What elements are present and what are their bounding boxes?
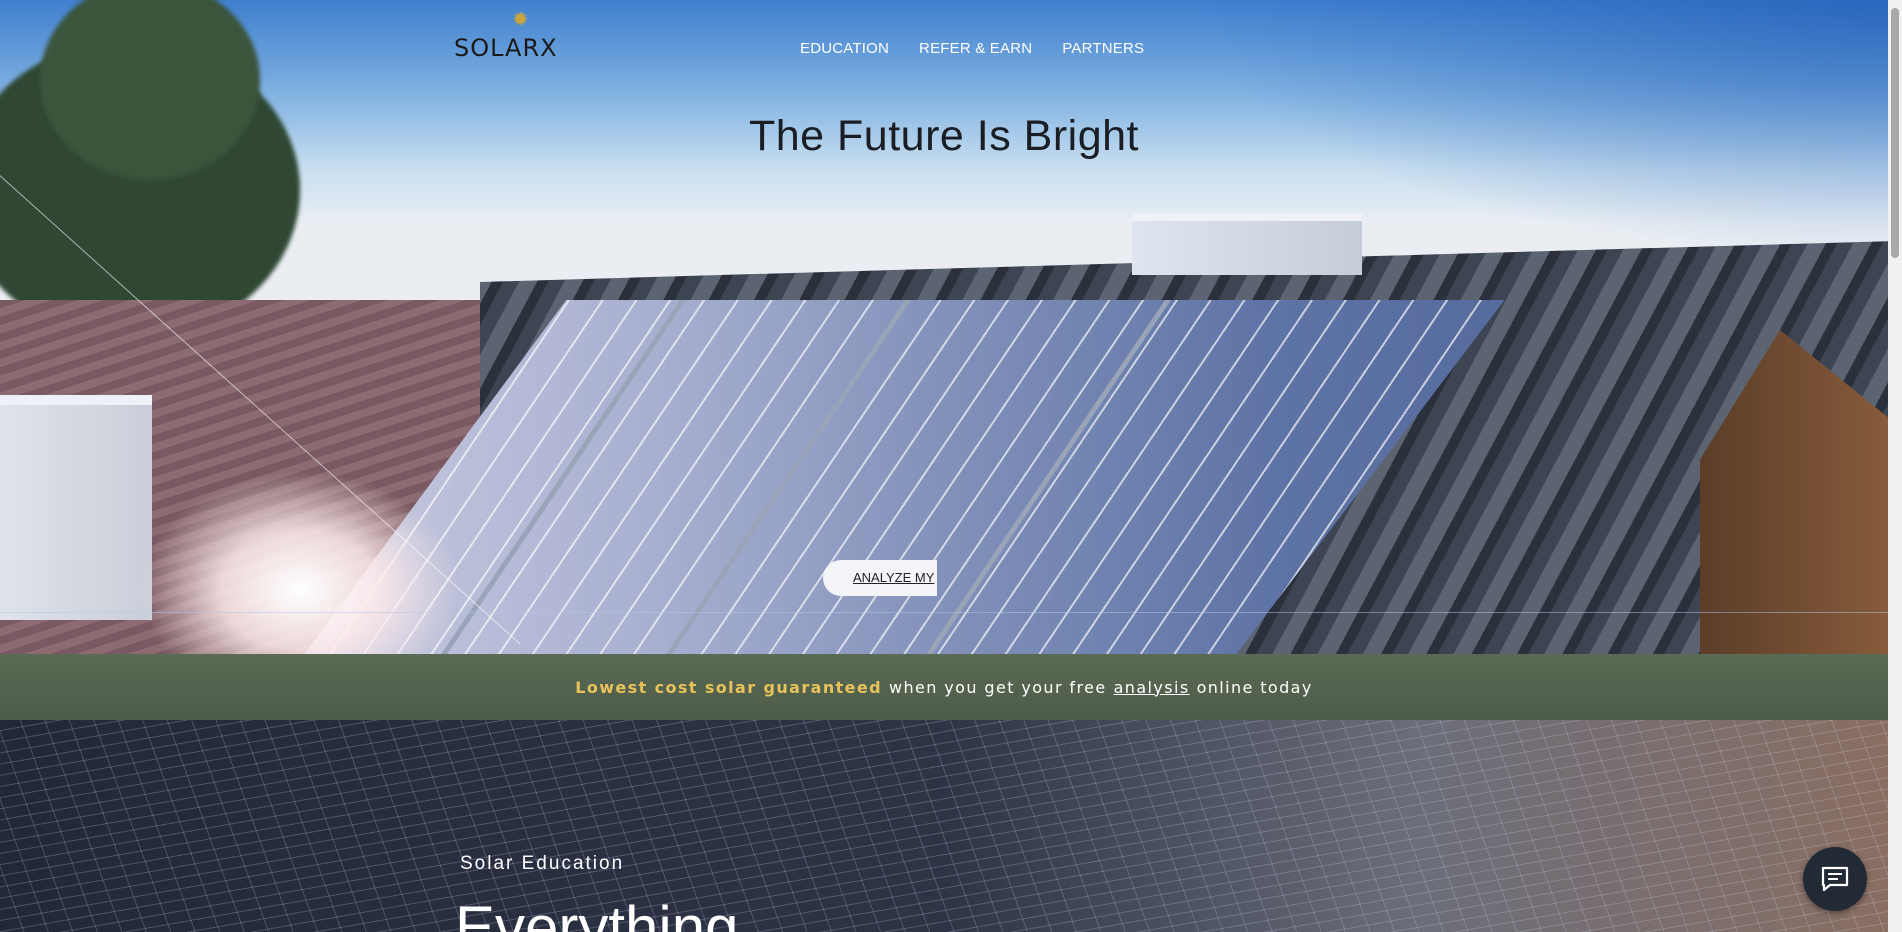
site-logo[interactable]: ✹ SOLARX bbox=[454, 8, 584, 62]
decorative-line bbox=[0, 612, 1888, 613]
chimney-image bbox=[0, 395, 152, 620]
nav-item-refer-earn[interactable]: REFER & EARN bbox=[919, 40, 1032, 57]
scrollbar-thumb[interactable] bbox=[1891, 8, 1899, 258]
banner-highlight: Lowest cost solar guaranteed bbox=[575, 677, 883, 697]
banner-text: when you get your free bbox=[889, 677, 1107, 697]
main-nav: EDUCATION REFER & EARN PARTNERS bbox=[800, 40, 1144, 57]
chat-button[interactable] bbox=[1803, 847, 1867, 911]
chat-bubble-icon bbox=[1821, 866, 1849, 892]
nav-item-education[interactable]: EDUCATION bbox=[800, 40, 889, 57]
education-section: Solar Education Everything bbox=[0, 720, 1888, 932]
section-title: Everything bbox=[455, 894, 739, 932]
logo-text: SOLARX bbox=[454, 34, 558, 62]
promo-banner: Lowest cost solar guaranteed when you ge… bbox=[0, 654, 1888, 720]
scrollbar[interactable] bbox=[1888, 0, 1902, 932]
chimney-image bbox=[1132, 213, 1362, 275]
banner-text-end: online today bbox=[1196, 677, 1313, 697]
hero-title: The Future Is Bright bbox=[749, 112, 1139, 160]
analysis-link[interactable]: analysis bbox=[1114, 678, 1190, 697]
hero-section: ✹ SOLARX EDUCATION REFER & EARN PARTNERS… bbox=[0, 0, 1888, 654]
analyze-button[interactable]: ANALYZE MY bbox=[823, 560, 937, 596]
sun-icon: ✹ bbox=[512, 9, 529, 31]
nav-item-partners[interactable]: PARTNERS bbox=[1062, 40, 1144, 57]
section-subtitle: Solar Education bbox=[460, 853, 625, 874]
